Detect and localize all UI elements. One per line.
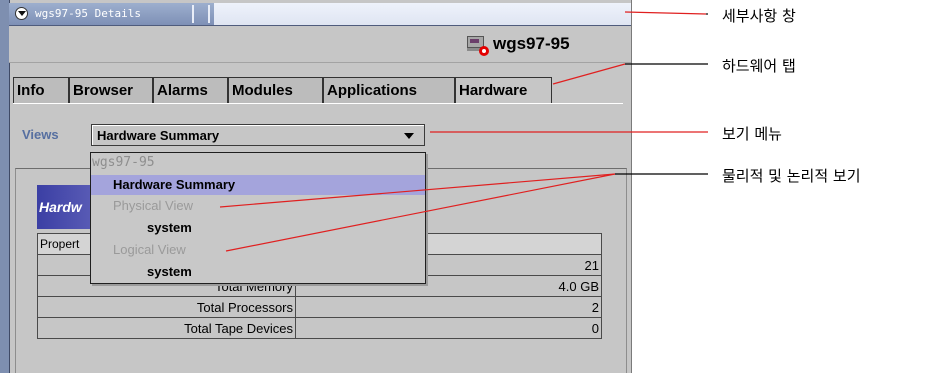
hardware-summary-banner: Hardw <box>37 185 94 229</box>
dropdown-item-logical-view[interactable]: Logical View <box>91 240 425 260</box>
host-name: wgs97-95 <box>493 34 570 53</box>
dropdown-item-physical-system[interactable]: system <box>91 218 425 238</box>
table-row: Total Tape Devices 0 <box>37 317 602 339</box>
dropdown-item-physical-view[interactable]: Physical View <box>91 196 425 216</box>
callout-hardware-tab: 하드웨어 탭 <box>722 57 796 75</box>
callout-line-details-window <box>624 11 707 15</box>
tab-alarms[interactable]: Alarms <box>153 77 228 103</box>
tab-applications[interactable]: Applications <box>323 77 455 103</box>
host-alarm-icon <box>467 36 489 56</box>
dropdown-item-label: Hardware Summary <box>113 177 236 192</box>
callout-physical-logical: 물리적 및 논리적 보기 <box>722 167 861 185</box>
host-header: wgs97-95 <box>9 26 631 63</box>
table-row: Total Processors 2 <box>37 296 602 318</box>
dropdown-item-label: system <box>147 264 192 279</box>
dropdown-item-label: Physical View <box>113 198 193 213</box>
callout-views-menu: 보기 메뉴 <box>722 125 782 143</box>
views-label: Views <box>22 127 59 142</box>
views-menu[interactable]: Hardware Summary <box>91 124 425 146</box>
property-value: 2 <box>295 296 602 318</box>
window-menu-icon[interactable] <box>15 7 28 20</box>
callout-details-window: 세부사항 창 <box>722 7 796 25</box>
tab-hardware[interactable]: Hardware <box>455 77 552 104</box>
tab-info[interactable]: Info <box>13 77 69 103</box>
dropdown-item-label: system <box>147 220 192 235</box>
banner-text: Hardw <box>39 199 82 215</box>
property-name: Total Processors <box>37 296 296 318</box>
views-dropdown-list: wgs97-95 Hardware Summary Physical View … <box>90 152 426 284</box>
dropdown-item-label: wgs97-95 <box>92 155 155 170</box>
dropdown-item-host[interactable]: wgs97-95 <box>91 153 425 173</box>
tab-browser[interactable]: Browser <box>69 77 153 103</box>
chevron-down-icon[interactable] <box>404 133 414 139</box>
property-name: Total Tape Devices <box>37 317 296 339</box>
title-bar[interactable]: wgs97-95 Details <box>9 3 631 26</box>
title-grip-icon <box>192 5 210 23</box>
views-selected-value: Hardware Summary <box>97 128 220 143</box>
dropdown-item-logical-system[interactable]: system <box>91 262 425 282</box>
dropdown-item-label: Logical View <box>113 242 186 257</box>
tab-baseline <box>13 103 623 104</box>
dropdown-item-hardware-summary[interactable]: Hardware Summary <box>91 175 425 195</box>
property-value: 0 <box>295 317 602 339</box>
window-title: wgs97-95 Details <box>35 7 141 20</box>
title-bar-fill <box>214 3 631 25</box>
tab-modules[interactable]: Modules <box>228 77 323 103</box>
details-window: wgs97-95 Details wgs97-95 Info Browser A… <box>0 0 632 373</box>
